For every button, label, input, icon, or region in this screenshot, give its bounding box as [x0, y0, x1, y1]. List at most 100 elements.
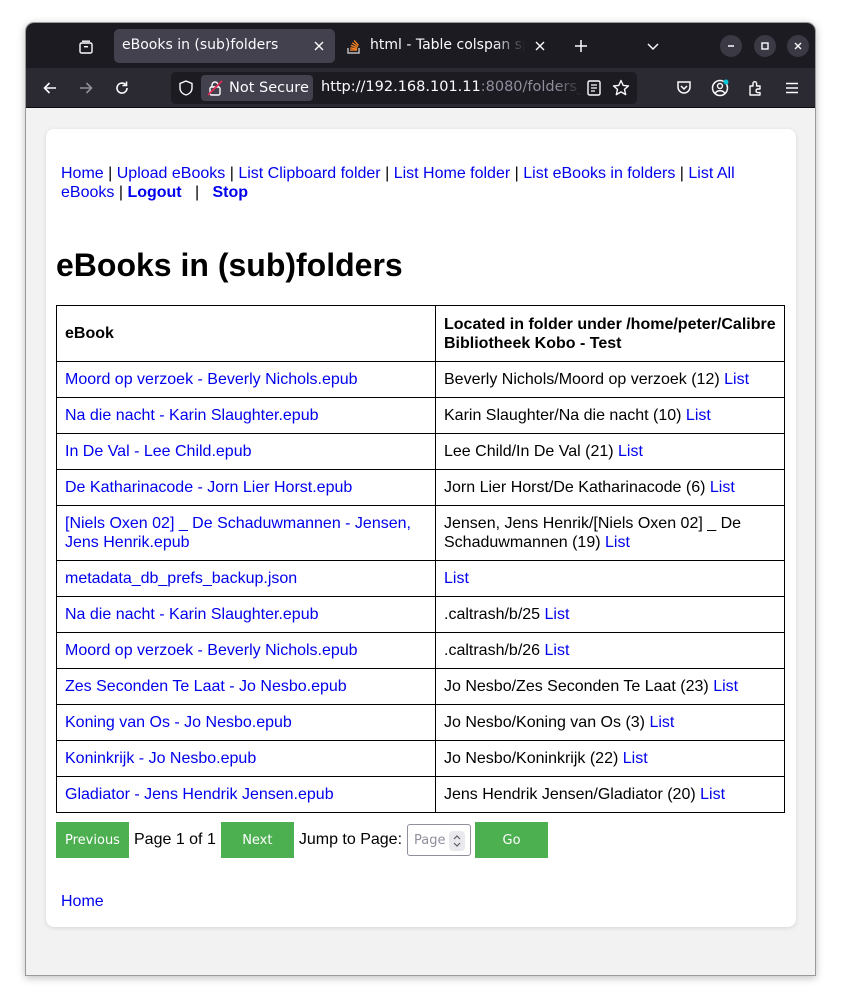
ebook-link[interactable]: De Katharinacode - Jorn Lier Horst.epub — [65, 479, 352, 496]
nav-link-list-ebooks-in-folders[interactable]: List eBooks in folders — [523, 165, 675, 182]
list-link[interactable]: List — [724, 371, 749, 388]
location-cell: Jo Nesbo/Koning van Os (3) List — [435, 704, 785, 741]
location-cell: Beverly Nichols/Moord op verzoek (12) Li… — [435, 361, 785, 398]
not-secure-badge[interactable]: Not Secure — [201, 75, 313, 101]
window-close-icon[interactable] — [787, 35, 809, 57]
list-link[interactable]: List — [710, 479, 735, 496]
lock-icon — [207, 80, 223, 96]
list-link[interactable]: List — [700, 786, 725, 803]
nav-separator: | — [385, 165, 390, 182]
ebook-link[interactable]: Koninkrijk - Jo Nesbo.epub — [65, 750, 256, 767]
location-cell: Jens Hendrik Jensen/Gladiator (20) List — [435, 776, 785, 813]
close-icon[interactable] — [530, 36, 550, 56]
ebook-link[interactable]: Gladiator - Jens Hendrik Jensen.epub — [65, 786, 334, 803]
go-button[interactable]: Go — [475, 822, 549, 858]
jump-to-page-label: Jump to Page: — [298, 831, 403, 848]
list-link[interactable]: List — [545, 606, 570, 623]
shield-icon[interactable] — [177, 79, 195, 97]
nav-link-logout[interactable]: Logout — [127, 184, 181, 201]
location-cell: Jensen, Jens Henrik/[Niels Oxen 02] _ De… — [435, 505, 785, 561]
ebook-link[interactable]: metadata_db_prefs_backup.json — [65, 570, 297, 587]
list-link[interactable]: List — [686, 407, 711, 424]
tab-list-icon[interactable] — [70, 33, 102, 61]
forward-arrow-icon[interactable] — [72, 74, 100, 102]
stackoverflow-icon — [346, 38, 362, 54]
close-icon[interactable] — [309, 36, 329, 56]
footer-home-link[interactable]: Home — [61, 893, 104, 911]
location-cell: Jo Nesbo/Koninkrijk (22) List — [435, 740, 785, 777]
next-button[interactable]: Next — [220, 822, 294, 858]
tab-html-table-colspan[interactable]: html - Table colspan span — [338, 29, 556, 63]
tab-title: html - Table colspan span — [370, 37, 525, 53]
header-location: Located in folder under /home/peter/Cali… — [435, 305, 785, 362]
ebook-cell: In De Val - Lee Child.epub — [56, 433, 436, 470]
nav-link-list-clipboard-folder[interactable]: List Clipboard folder — [238, 165, 380, 182]
nav-link-list-home-folder[interactable]: List Home folder — [394, 165, 511, 182]
maximize-icon[interactable] — [754, 35, 776, 57]
nav-link-upload-ebooks[interactable]: Upload eBooks — [117, 165, 226, 182]
url-bar[interactable]: Not Secure http://192.168.101.11:8080/fo… — [171, 72, 637, 104]
location-text: Jens Hendrik Jensen/Gladiator (20) — [444, 786, 696, 803]
ebook-cell: Koning van Os - Jo Nesbo.epub — [56, 704, 436, 741]
ebook-cell: Gladiator - Jens Hendrik Jensen.epub — [56, 776, 436, 813]
list-link[interactable]: List — [605, 534, 630, 551]
ebook-link[interactable]: Moord op verzoek - Beverly Nichols.epub — [65, 371, 358, 388]
account-icon[interactable] — [706, 74, 734, 102]
ebook-link[interactable]: Zes Seconden Te Laat - Jo Nesbo.epub — [65, 678, 347, 695]
table-row: Koning van Os - Jo Nesbo.epub Jo Nesbo/Ko… — [56, 704, 785, 741]
nav-link-stop[interactable]: Stop — [212, 184, 248, 201]
ebook-link[interactable]: In De Val - Lee Child.epub — [65, 443, 251, 460]
previous-button[interactable]: Previous — [56, 822, 129, 858]
ebook-cell: Moord op verzoek - Beverly Nichols.epub — [56, 361, 436, 398]
ebook-link[interactable]: Na die nacht - Karin Slaughter.epub — [65, 606, 319, 623]
ebook-cell: [Niels Oxen 02] _ De Schaduwmannen - Jen… — [56, 505, 436, 561]
extensions-icon[interactable] — [742, 74, 770, 102]
top-nav: Home | Upload eBooks | List Clipboard fo… — [61, 164, 761, 202]
back-arrow-icon[interactable] — [36, 74, 64, 102]
browser-window: eBooks in (sub)folders html - Table cols… — [25, 22, 816, 976]
ebook-link[interactable]: Moord op verzoek - Beverly Nichols.epub — [65, 642, 358, 659]
table-row: Moord op verzoek - Beverly Nichols.epub.… — [56, 632, 785, 669]
page-card: Home | Upload eBooks | List Clipboard fo… — [46, 129, 796, 927]
nav-link-home[interactable]: Home — [61, 165, 104, 182]
location-cell: List — [435, 560, 785, 597]
ebook-cell: Na die nacht - Karin Slaughter.epub — [56, 596, 436, 633]
url-path: :8080/folders_p — [480, 79, 583, 95]
tab-ebooks-in-subfolders[interactable]: eBooks in (sub)folders — [114, 29, 335, 63]
tab-title: eBooks in (sub)folders — [122, 37, 279, 53]
list-link[interactable]: List — [649, 714, 674, 731]
location-text: Jensen, Jens Henrik/[Niels Oxen 02] _ De… — [444, 515, 742, 551]
pocket-icon[interactable] — [670, 74, 698, 102]
location-cell: .caltrash/b/26 List — [435, 632, 785, 669]
ebook-link[interactable]: Na die nacht - Karin Slaughter.epub — [65, 407, 319, 424]
page-viewport: Home | Upload eBooks | List Clipboard fo… — [26, 109, 815, 975]
list-link[interactable]: List — [623, 750, 648, 767]
spinner-icon[interactable] — [449, 831, 466, 851]
table-header-row: eBook Located in folder under /home/pete… — [56, 305, 785, 362]
ebook-cell: Koninkrijk - Jo Nesbo.epub — [56, 740, 436, 777]
list-link[interactable]: List — [618, 443, 643, 460]
ebook-link[interactable]: [Niels Oxen 02] _ De Schaduwmannen - Jen… — [65, 515, 411, 551]
location-text: .caltrash/b/25 — [444, 606, 541, 623]
location-text: Karin Slaughter/Na die nacht (10) — [444, 407, 682, 424]
nav-separator: | — [229, 165, 234, 182]
pagination: Previous Page 1 of 1 Next Jump to Page: … — [56, 822, 549, 858]
hamburger-menu-icon[interactable] — [778, 74, 806, 102]
list-link[interactable]: List — [713, 678, 738, 695]
nav-separator: | — [194, 184, 200, 201]
table-row: Gladiator - Jens Hendrik Jensen.epub Jens… — [56, 776, 785, 813]
ebook-cell: De Katharinacode - Jorn Lier Horst.epub — [56, 469, 436, 506]
chevron-down-icon[interactable] — [640, 33, 666, 59]
page-number-input[interactable]: Page — [407, 824, 472, 856]
plus-icon[interactable] — [568, 33, 594, 59]
ebook-link[interactable]: Koning van Os - Jo Nesbo.epub — [65, 714, 292, 731]
star-icon[interactable] — [611, 78, 631, 98]
minimize-icon[interactable] — [720, 35, 742, 57]
location-text: Jo Nesbo/Zes Seconden Te Laat (23) — [444, 678, 709, 695]
url-text[interactable]: http://192.168.101.11:8080/folders_p — [321, 79, 583, 95]
list-link[interactable]: List — [444, 570, 469, 587]
reader-view-icon[interactable] — [585, 79, 603, 97]
reload-icon[interactable] — [108, 74, 136, 102]
list-link[interactable]: List — [545, 642, 570, 659]
page-input-placeholder: Page — [414, 833, 446, 848]
